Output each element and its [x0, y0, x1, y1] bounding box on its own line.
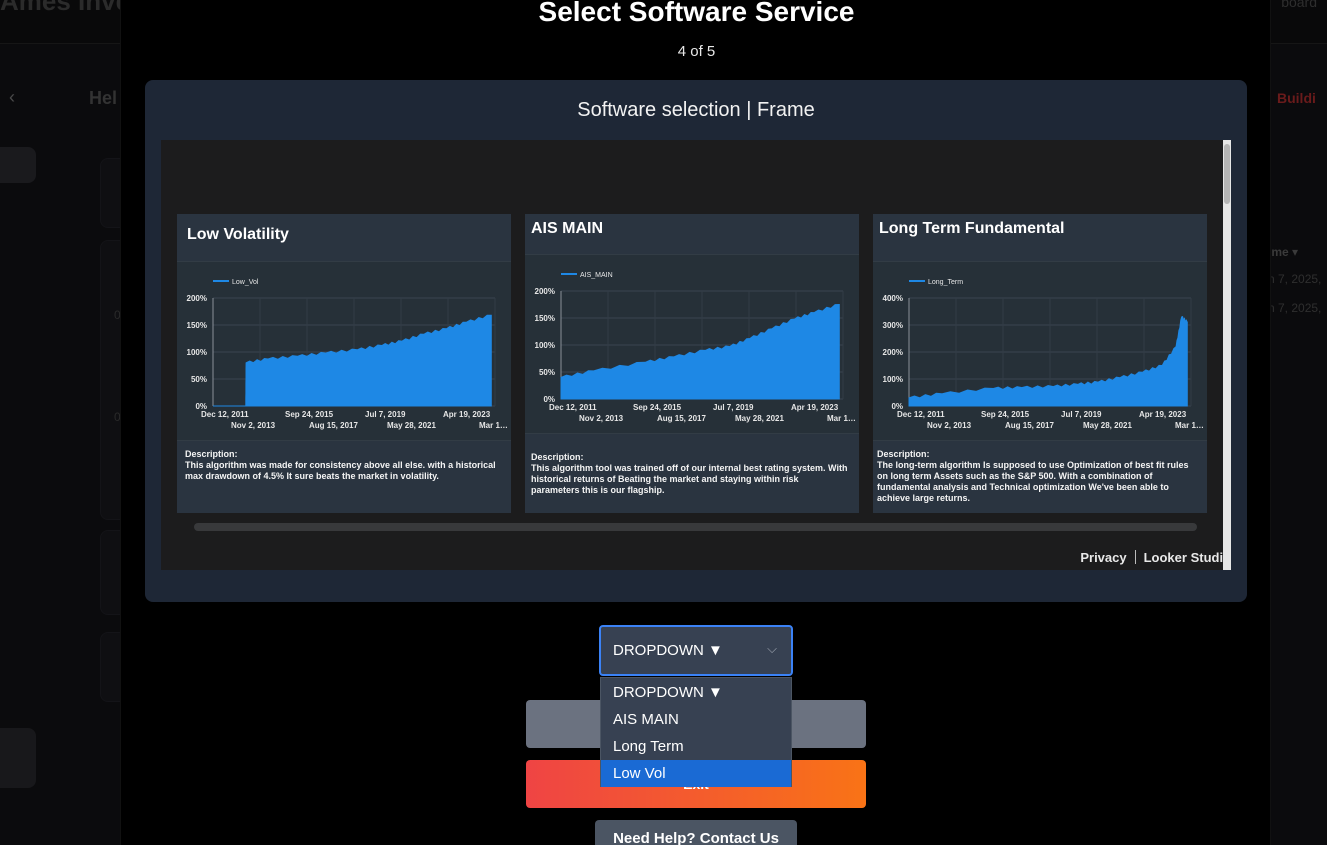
card-title: Long Term Fundamental	[879, 220, 1065, 237]
x-tick-label: Jul 7, 2019	[365, 410, 406, 419]
embed-footer: Privacy Looker Studio	[1080, 550, 1231, 565]
x-tick-label: Aug 15, 2017	[309, 421, 358, 430]
x-tick-label: Apr 19, 2023	[1139, 410, 1187, 419]
x-tick-label: Mar 1…	[479, 421, 508, 430]
description-text: This algorithm was made for consistency …	[185, 460, 496, 481]
x-tick-label: Mar 1…	[1175, 421, 1204, 430]
back-icon: ‹	[9, 87, 15, 107]
card-ais-main[interactable]: AIS MAIN 200% 150% 100% 50% 0% AIS_MAIN Dec 12…	[525, 214, 859, 513]
dropdown-selected-label: DROPDOWN ▼	[613, 642, 723, 659]
background-nav-link: board	[1281, 0, 1317, 10]
description-text: This algorithm tool was trained off of o…	[531, 463, 848, 495]
dropdown-option[interactable]: DROPDOWN ▼	[601, 679, 791, 706]
vertical-scrollbar[interactable]	[1223, 140, 1231, 570]
card-long-term[interactable]: Long Term Fundamental 400% 300% 200% 100% 0%…	[873, 214, 1207, 513]
legend-label: AIS_MAIN	[580, 272, 613, 279]
description-label: Description:	[531, 452, 584, 462]
background-sidebar-item	[0, 147, 36, 183]
horizontal-scrollbar[interactable]	[194, 523, 1197, 531]
card-title: AIS MAIN	[531, 220, 603, 237]
background-greeting: Hel	[89, 88, 118, 108]
description-label: Description:	[877, 449, 930, 459]
description-label: Description:	[185, 449, 238, 459]
modal-title: Select Software Service	[538, 0, 855, 27]
y-tick-label: 50%	[191, 375, 207, 384]
x-tick-label: Dec 12, 2011	[549, 403, 597, 412]
y-tick-label: 400%	[883, 294, 903, 303]
y-tick-label: 200%	[535, 287, 555, 296]
scrollbar-thumb[interactable]	[1224, 144, 1230, 204]
x-tick-label: Sep 24, 2015	[981, 410, 1030, 419]
x-tick-label: Sep 24, 2015	[285, 410, 334, 419]
chart-container: 200% 150% 100% 50% 0% Low_Vol Dec 12, 2011 Sep …	[177, 261, 511, 441]
footer-divider	[1134, 550, 1136, 564]
chart-long-term: 400%300%200%100%0%Long_TermDec 12, 2011 S…	[883, 279, 1204, 430]
description-text: The long-term algorithm Is supposed to u…	[877, 460, 1189, 503]
y-tick-label: 100%	[883, 375, 903, 384]
x-tick-label: Nov 2, 2013	[579, 414, 624, 423]
y-tick-label: 150%	[535, 314, 555, 323]
x-tick-label: May 28, 2021	[387, 421, 436, 430]
x-tick-label: Nov 2, 2013	[927, 421, 972, 430]
x-tick-label: May 28, 2021	[1083, 421, 1132, 430]
legend-label: Long_Term	[928, 279, 963, 286]
privacy-link[interactable]: Privacy	[1080, 550, 1126, 565]
card-description: Description: The long-term algorithm Is …	[877, 449, 1195, 504]
card-description: Description: This algorithm tool was tra…	[531, 452, 849, 496]
x-tick-label: Apr 19, 2023	[443, 410, 491, 419]
dropdown-options: DROPDOWN ▼ AIS MAIN Long Term Low Vol	[600, 677, 792, 787]
contact-help-button[interactable]: Need Help? Contact Us	[595, 820, 797, 845]
y-tick-label: 200%	[187, 294, 207, 303]
dropdown-option-highlighted[interactable]: Low Vol	[601, 760, 791, 787]
chart-ais-main: 200%150%100%50%0%AIS_MAINDec 12, 2011 Sep…	[535, 272, 856, 423]
chart-low-vol: 200%150%100%50%0%Low_VolDec 12, 2011 Sep …	[187, 279, 508, 430]
step-indicator: 4 of 5	[677, 43, 716, 60]
x-tick-label: Dec 12, 2011	[897, 410, 945, 419]
series-area	[213, 314, 492, 407]
looker-studio-link[interactable]: Looker Studio	[1144, 550, 1231, 565]
frame-card: Software selection | Frame Low Volatilit…	[145, 80, 1247, 602]
chart-container: 400% 300% 200% 100% 0% Long_Term Dec 12, 2011 S…	[873, 261, 1207, 441]
series-area	[560, 303, 840, 400]
software-dropdown[interactable]: DROPDOWN ▼ ⌵	[599, 625, 793, 676]
x-tick-label: Jul 7, 2019	[713, 403, 754, 412]
background-table-cell: n 7, 2025,	[1268, 272, 1322, 286]
x-tick-label: Apr 19, 2023	[791, 403, 839, 412]
x-tick-label: Aug 15, 2017	[1005, 421, 1054, 430]
background-sidebar-block	[0, 728, 36, 788]
legend-label: Low_Vol	[232, 279, 259, 286]
y-tick-label: 200%	[883, 348, 903, 357]
card-low-volatility[interactable]: Low Volatility 200% 150% 100% 50% 0% Low_Vol D…	[177, 214, 511, 513]
chart-container: 200% 150% 100% 50% 0% AIS_MAIN Dec 12, 2011 Sep…	[525, 254, 859, 434]
select-software-modal: Select Software Service 4 of 5 Software …	[120, 0, 1271, 845]
x-tick-label: May 28, 2021	[735, 414, 784, 423]
dropdown-option[interactable]: Long Term	[601, 733, 791, 760]
background-table-header: ime ▾	[1268, 245, 1299, 259]
x-tick-label: Jul 7, 2019	[1061, 410, 1102, 419]
chevron-down-icon: ⌵	[767, 641, 777, 656]
dropdown-option[interactable]: AIS MAIN	[601, 706, 791, 733]
series-area	[908, 315, 1188, 407]
y-tick-label: 100%	[187, 348, 207, 357]
x-tick-label: Aug 15, 2017	[657, 414, 706, 423]
y-tick-label: 150%	[187, 321, 207, 330]
x-tick-label: Nov 2, 2013	[231, 421, 276, 430]
background-table-cell: n 7, 2025,	[1268, 301, 1322, 315]
y-tick-label: 50%	[539, 368, 555, 377]
x-tick-label: Dec 12, 2011	[201, 410, 249, 419]
breadcrumb-current: Buildi	[1277, 90, 1316, 106]
frame-title: Software selection | Frame	[577, 99, 815, 121]
card-description: Description: This algorithm was made for…	[185, 449, 503, 482]
y-tick-label: 100%	[535, 341, 555, 350]
looker-embed[interactable]: Low Volatility 200% 150% 100% 50% 0% Low_Vol D…	[161, 140, 1231, 570]
x-tick-label: Sep 24, 2015	[633, 403, 682, 412]
card-title: Low Volatility	[187, 226, 289, 243]
x-tick-label: Mar 1…	[827, 414, 856, 423]
background-brand: Ames Inve	[0, 0, 131, 16]
y-tick-label: 300%	[883, 321, 903, 330]
screen: Ames Inve board ‹ Hel sBuildi 0 0 ime ▾ …	[0, 0, 1327, 845]
